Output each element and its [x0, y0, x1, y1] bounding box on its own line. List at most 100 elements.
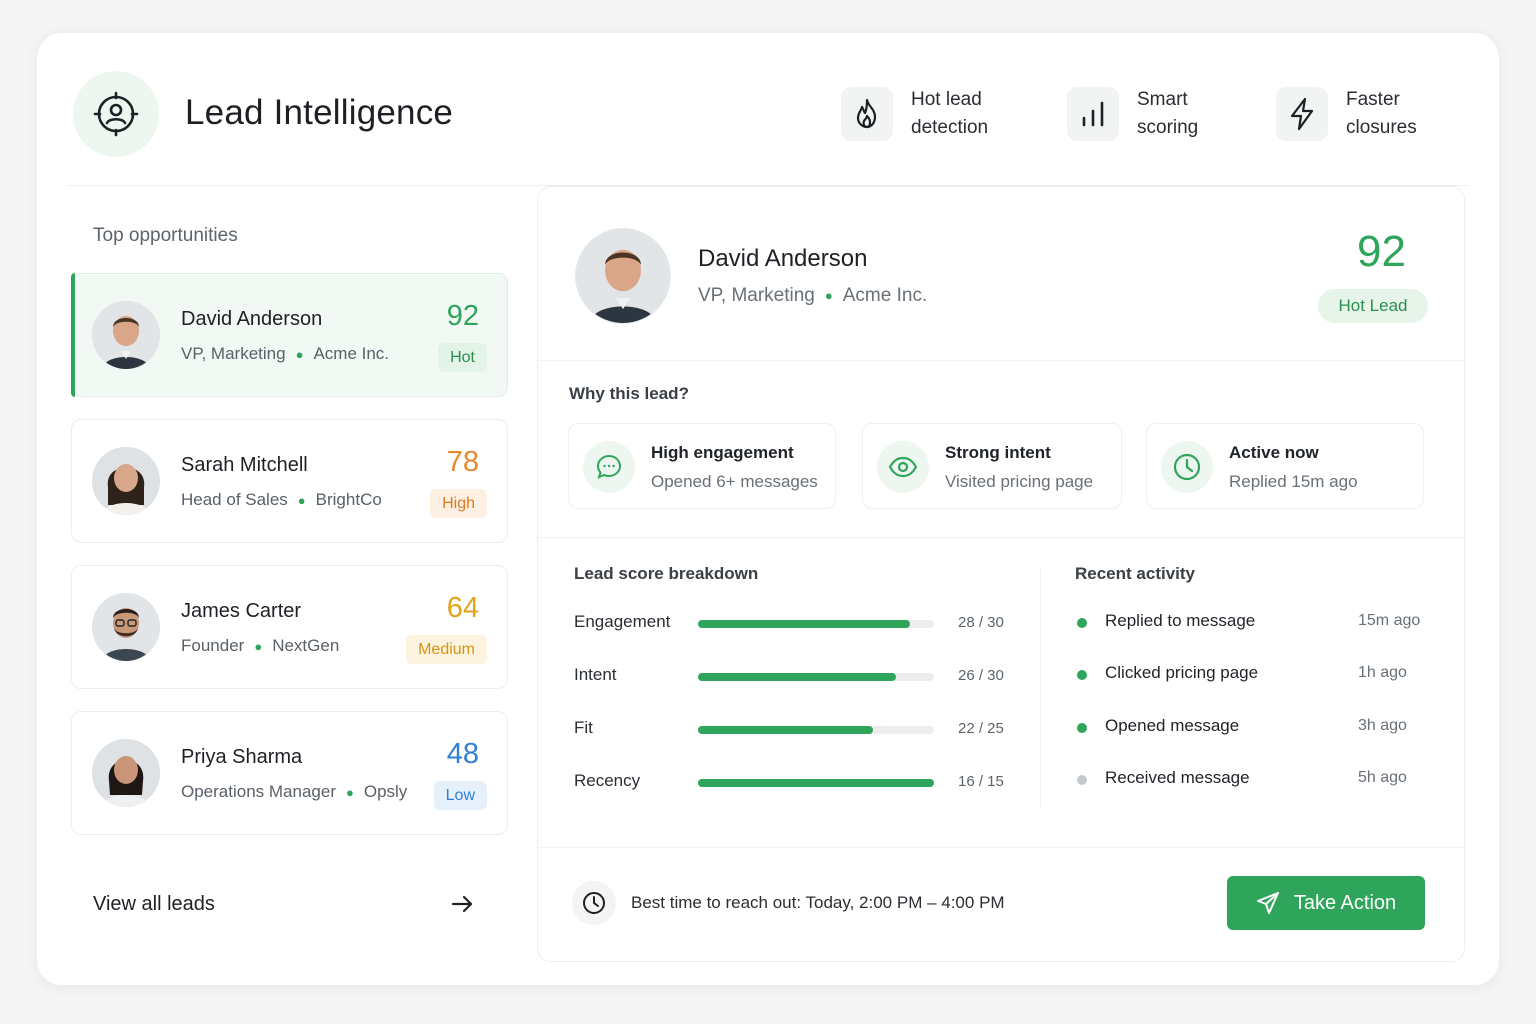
lead-role-company: Operations Manager ● Opsly: [181, 782, 407, 802]
activity-dot: [1077, 618, 1087, 628]
take-action-label: Take Action: [1293, 891, 1397, 914]
feature-label-line2: scoring: [1137, 117, 1199, 138]
reason-subtitle: Opened 6+ messages: [651, 472, 818, 491]
activity-dot: [1077, 775, 1087, 785]
activity-item: Clicked pricing page 1h ago: [1075, 663, 1425, 687]
separator-dot: ●: [295, 347, 304, 363]
avatar: [92, 593, 160, 661]
recent-activity-heading: Recent activity: [1075, 564, 1195, 583]
lead-intelligence-card: Lead Intelligence Hot lead detection Sma…: [36, 32, 1500, 986]
activity-time: 5h ago: [1358, 769, 1407, 786]
lead-card-james-carter[interactable]: James Carter Founder ● NextGen 64 Medium: [71, 565, 508, 689]
lead-score: 92: [446, 300, 479, 332]
activity-label: Opened message: [1105, 716, 1240, 735]
lead-role: Head of Sales: [181, 490, 288, 509]
detail-score: 92: [1357, 227, 1406, 276]
feature-label-line1: Hot lead: [911, 89, 982, 110]
activity-dot: [1077, 723, 1087, 733]
breakdown-value: 22 / 25: [958, 720, 1004, 737]
lead-role: Founder: [181, 636, 245, 655]
why-this-lead-heading: Why this lead?: [569, 384, 689, 403]
lead-name: Priya Sharma: [181, 746, 303, 768]
breakdown-label: Recency: [574, 771, 641, 790]
activity-item: Received message 5h ago: [1075, 768, 1425, 792]
send-icon: [1256, 892, 1279, 914]
activity-label: Replied to message: [1105, 611, 1256, 630]
lead-role: Operations Manager: [181, 782, 336, 801]
separator-dot: ●: [254, 639, 263, 655]
breakdown-row: Intent 26 / 30: [574, 665, 1014, 689]
view-all-leads-link[interactable]: View all leads: [93, 893, 215, 916]
arrow-right-icon[interactable]: [449, 891, 475, 917]
lead-target-logo-icon: [73, 71, 159, 157]
score-bar: [698, 779, 934, 787]
clock-icon: [1161, 441, 1213, 493]
lead-detail-panel: David Anderson VP, Marketing ● Acme Inc. 9…: [537, 186, 1465, 962]
active-indicator: [71, 273, 75, 397]
status-badge: High: [430, 489, 487, 518]
lead-name: James Carter: [181, 600, 302, 622]
feature-faster-closures: Faster closures: [1276, 86, 1456, 142]
reason-strong-intent: Strong intent Visited pricing page: [862, 423, 1122, 509]
lead-score: 78: [446, 446, 479, 478]
breakdown-label: Engagement: [574, 612, 671, 631]
score-track: [698, 620, 934, 628]
breakdown-label: Intent: [574, 665, 617, 684]
lightning-icon: [1276, 87, 1328, 141]
breakdown-value: 28 / 30: [958, 614, 1004, 631]
activity-label: Clicked pricing page: [1105, 663, 1259, 682]
reason-title: High engagement: [651, 443, 794, 462]
activity-dot: [1077, 670, 1087, 680]
lead-card-priya-sharma[interactable]: Priya Sharma Operations Manager ● Opsly 48…: [71, 711, 508, 835]
lead-name: Sarah Mitchell: [181, 454, 308, 476]
lead-name: David Anderson: [181, 308, 323, 330]
lead-card-sarah-mitchell[interactable]: Sarah Mitchell Head of Sales ● BrightCo 78…: [71, 419, 508, 543]
lead-company: BrightCo: [315, 490, 382, 509]
hot-lead-badge: Hot Lead: [1318, 289, 1428, 323]
feature-hot-lead-detection: Hot lead detection: [841, 86, 1021, 142]
reason-subtitle: Replied 15m ago: [1229, 472, 1358, 491]
lead-card-david-anderson[interactable]: David Anderson VP, Marketing ● Acme Inc. 9…: [71, 273, 508, 397]
separator-dot: ●: [297, 493, 306, 509]
bar-chart-icon: [1067, 87, 1119, 141]
reason-active-now: Active now Replied 15m ago: [1146, 423, 1424, 509]
breakdown-row: Fit 22 / 25: [574, 718, 1014, 742]
score-bar: [698, 620, 911, 628]
activity-label: Received message: [1105, 768, 1250, 787]
detail-role-company: VP, Marketing ● Acme Inc.: [698, 285, 927, 307]
chat-icon: [583, 441, 635, 493]
avatar: [576, 229, 670, 323]
detail-role: VP, Marketing: [698, 285, 815, 306]
section-divider: [538, 537, 1464, 538]
activity-time: 1h ago: [1358, 664, 1407, 681]
app-title: Lead Intelligence: [185, 93, 454, 132]
avatar: [92, 447, 160, 515]
activity-item: Replied to message 15m ago: [1075, 611, 1425, 635]
separator-dot: ●: [824, 288, 833, 304]
lead-score: 64: [446, 592, 479, 624]
reason-subtitle: Visited pricing page: [945, 472, 1094, 491]
feature-label-line2: closures: [1346, 117, 1417, 138]
status-badge: Low: [433, 781, 487, 810]
breakdown-value: 16 / 15: [958, 773, 1004, 790]
reason-high-engagement: High engagement Opened 6+ messages: [568, 423, 836, 509]
status-badge: Medium: [406, 635, 487, 664]
lead-score: 48: [446, 738, 479, 770]
column-divider: [1040, 567, 1041, 807]
lead-role-company: Head of Sales ● BrightCo: [181, 490, 382, 510]
lead-role-company: Founder ● NextGen: [181, 636, 339, 656]
activity-time: 15m ago: [1358, 612, 1421, 629]
section-divider: [538, 847, 1464, 848]
separator-dot: ●: [345, 785, 354, 801]
eye-icon: [877, 441, 929, 493]
lead-role: VP, Marketing: [181, 344, 286, 363]
feature-label-line2: detection: [911, 117, 989, 138]
feature-smart-scoring: Smart scoring: [1067, 86, 1247, 142]
score-track: [698, 726, 934, 734]
opportunities-heading: Top opportunities: [93, 225, 238, 246]
score-bar: [698, 673, 897, 681]
lead-company: Opsly: [363, 782, 408, 801]
score-track: [698, 779, 934, 787]
take-action-button[interactable]: Take Action: [1227, 876, 1425, 930]
breakdown-value: 26 / 30: [958, 667, 1004, 684]
